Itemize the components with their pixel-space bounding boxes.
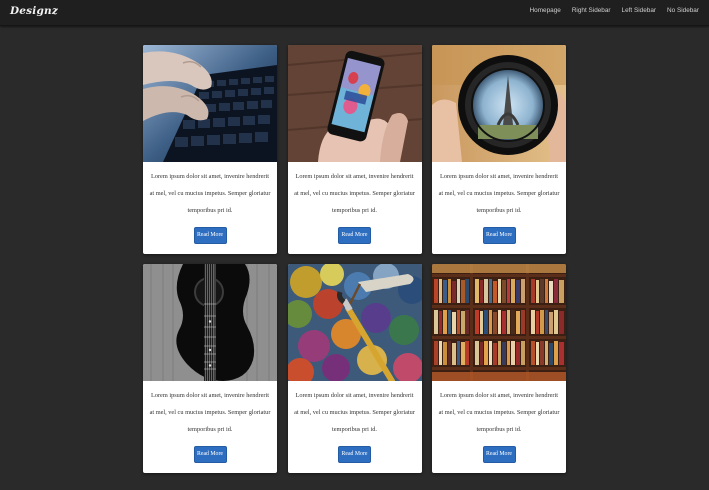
card: Lorem ipsum dolor sit amet, invenire hen… <box>432 264 566 473</box>
card: Lorem ipsum dolor sit amet, invenire hen… <box>143 45 277 254</box>
nav-links: Homepage Right Sidebar Left Sidebar No S… <box>530 7 699 14</box>
smartphone-balloons-photo[interactable] <box>287 45 422 162</box>
nav-no-sidebar[interactable]: No Sidebar <box>667 7 699 14</box>
card: Lorem ipsum dolor sit amet, invenire hen… <box>432 45 566 254</box>
read-more-button[interactable]: Read More <box>338 227 371 244</box>
card: Lorem ipsum dolor sit amet, invenire hen… <box>143 264 277 473</box>
nav-right-sidebar[interactable]: Right Sidebar <box>572 7 611 14</box>
card-text: Lorem ipsum dolor sit amet, invenire hen… <box>438 392 560 433</box>
read-more-button[interactable]: Read More <box>193 227 227 244</box>
keyboard-typing-photo[interactable] <box>143 45 277 162</box>
paint-palette-photo[interactable] <box>287 264 422 381</box>
navbar: Designz Homepage Right Sidebar Left Side… <box>0 0 709 26</box>
card-text: Lorem ipsum dolor sit amet, invenire hen… <box>149 392 271 433</box>
card: Lorem ipsum dolor sit amet, invenire hen… <box>287 45 422 254</box>
read-more-button[interactable]: Read More <box>482 227 516 244</box>
card-text: Lorem ipsum dolor sit amet, invenire hen… <box>438 173 560 214</box>
camera-lens-photo[interactable] <box>432 45 566 162</box>
bookshelf-photo[interactable] <box>432 264 566 381</box>
card-grid: Lorem ipsum dolor sit amet, invenire hen… <box>143 45 566 473</box>
nav-homepage[interactable]: Homepage <box>530 7 561 14</box>
read-more-button[interactable]: Read More <box>193 446 227 463</box>
read-more-button[interactable]: Read More <box>482 446 516 463</box>
card-text: Lorem ipsum dolor sit amet, invenire hen… <box>294 173 415 214</box>
card: Lorem ipsum dolor sit amet, invenire hen… <box>287 264 422 473</box>
brand-logo[interactable]: Designz <box>10 5 58 17</box>
card-text: Lorem ipsum dolor sit amet, invenire hen… <box>149 173 271 214</box>
read-more-button[interactable]: Read More <box>338 446 371 463</box>
card-text: Lorem ipsum dolor sit amet, invenire hen… <box>294 392 415 433</box>
acoustic-guitar-photo[interactable] <box>143 264 277 381</box>
nav-left-sidebar[interactable]: Left Sidebar <box>622 7 656 14</box>
